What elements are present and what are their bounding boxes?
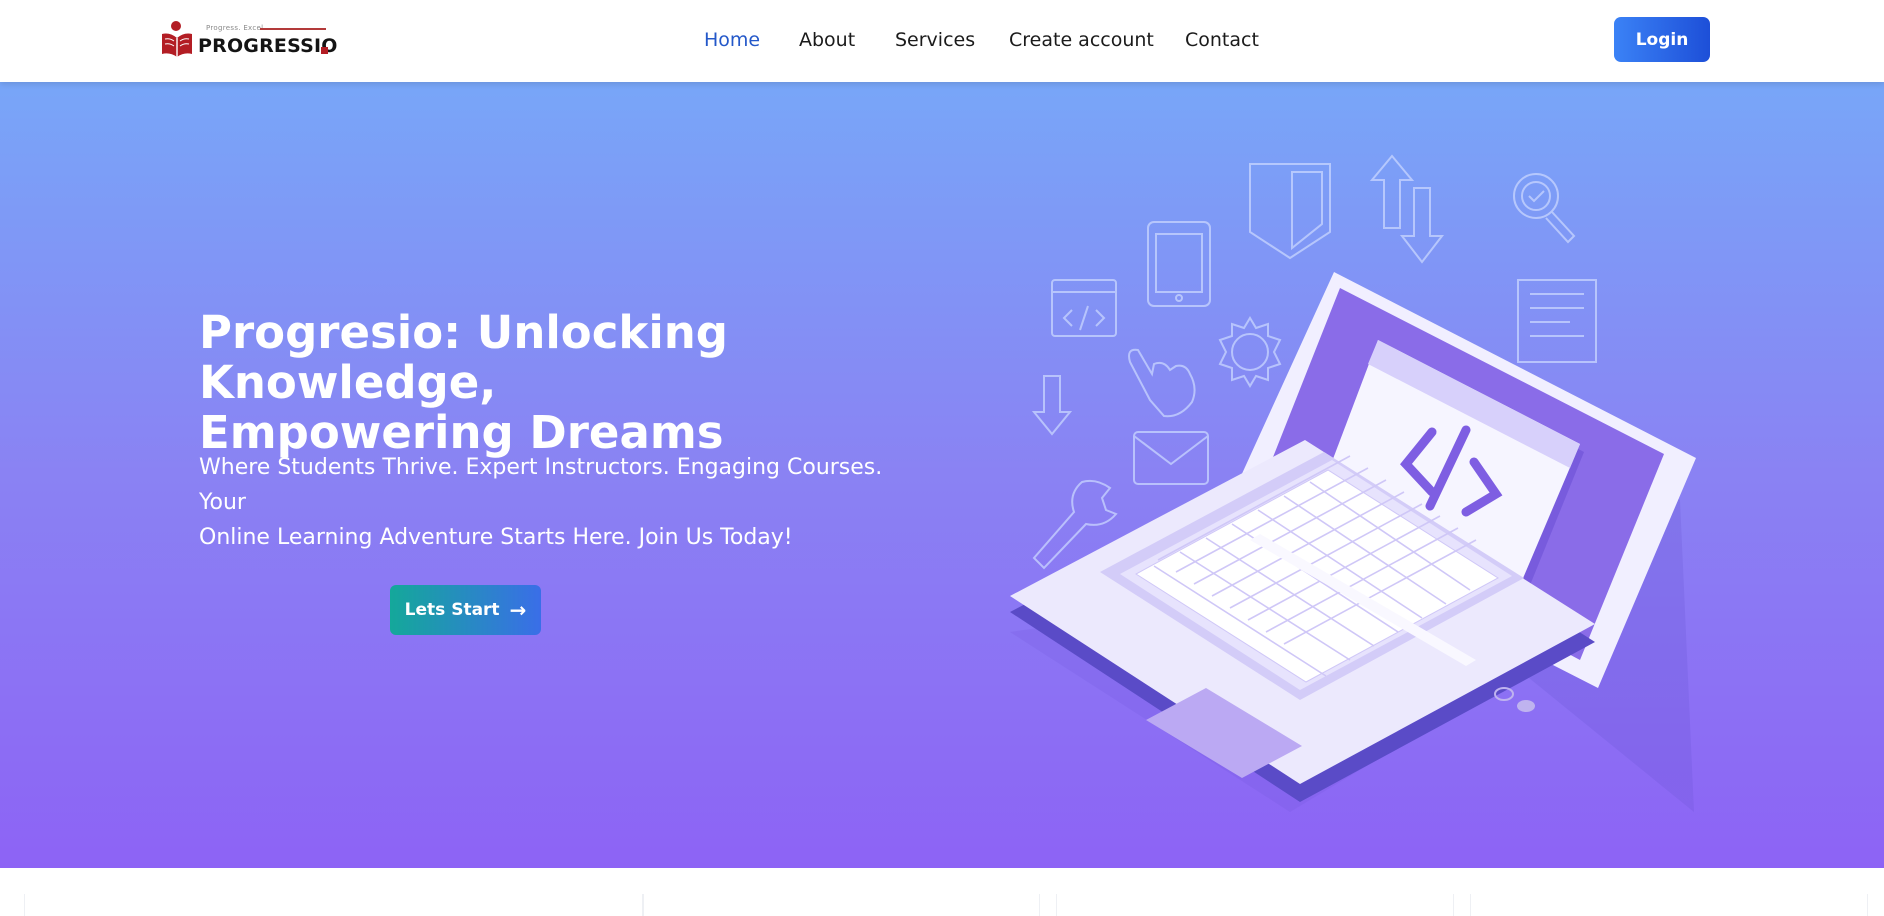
- feature-card: [24, 894, 644, 916]
- nav-item-create-account[interactable]: Create account: [1009, 29, 1154, 51]
- hero-title: Progresio: Unlocking Knowledge, Empoweri…: [199, 308, 959, 458]
- feature-card: [1470, 894, 1868, 916]
- main-nav: Home About Services Create account Conta…: [0, 0, 1884, 82]
- login-button[interactable]: Login: [1614, 17, 1710, 62]
- hero-subtitle-line-1: Where Students Thrive. Expert Instructor…: [199, 455, 883, 515]
- hero-subtitle: Where Students Thrive. Expert Instructor…: [199, 450, 899, 555]
- arrow-right-icon: →: [509, 598, 527, 622]
- nav-item-contact[interactable]: Contact: [1185, 29, 1259, 51]
- navbar: Progress. Excel. PROGRESSIO Home About S…: [0, 0, 1884, 82]
- feature-card: [642, 894, 1040, 916]
- magnifier-check-icon: [1513, 173, 1576, 244]
- tablet-icon: [1147, 221, 1211, 307]
- laptop-illustration: [1010, 154, 1696, 812]
- shield-icon: [1249, 163, 1331, 260]
- hero-subtitle-line-2: Online Learning Adventure Starts Here. J…: [199, 525, 793, 550]
- hero-title-line-1: Progresio: Unlocking Knowledge,: [199, 306, 728, 409]
- hero-section: Progresio: Unlocking Knowledge, Empoweri…: [0, 82, 1884, 868]
- updown-arrows-icon: [1369, 154, 1445, 264]
- mail-icon: [1133, 431, 1209, 485]
- gear-icon: [1218, 316, 1282, 388]
- laptop-icon: [1010, 272, 1696, 812]
- down-arrow-icon: [1031, 375, 1073, 436]
- code-window-icon: [1051, 279, 1117, 337]
- nav-item-services[interactable]: Services: [895, 29, 975, 51]
- pointer-hand-icon: [1128, 348, 1196, 418]
- features-section-peek: [0, 868, 1884, 916]
- lets-start-label: Lets Start: [404, 600, 500, 620]
- document-icon: [1517, 279, 1597, 363]
- feature-card: [1056, 894, 1454, 916]
- lets-start-button[interactable]: Lets Start →: [390, 585, 541, 635]
- nav-item-about[interactable]: About: [799, 29, 855, 51]
- nav-item-home[interactable]: Home: [704, 29, 760, 51]
